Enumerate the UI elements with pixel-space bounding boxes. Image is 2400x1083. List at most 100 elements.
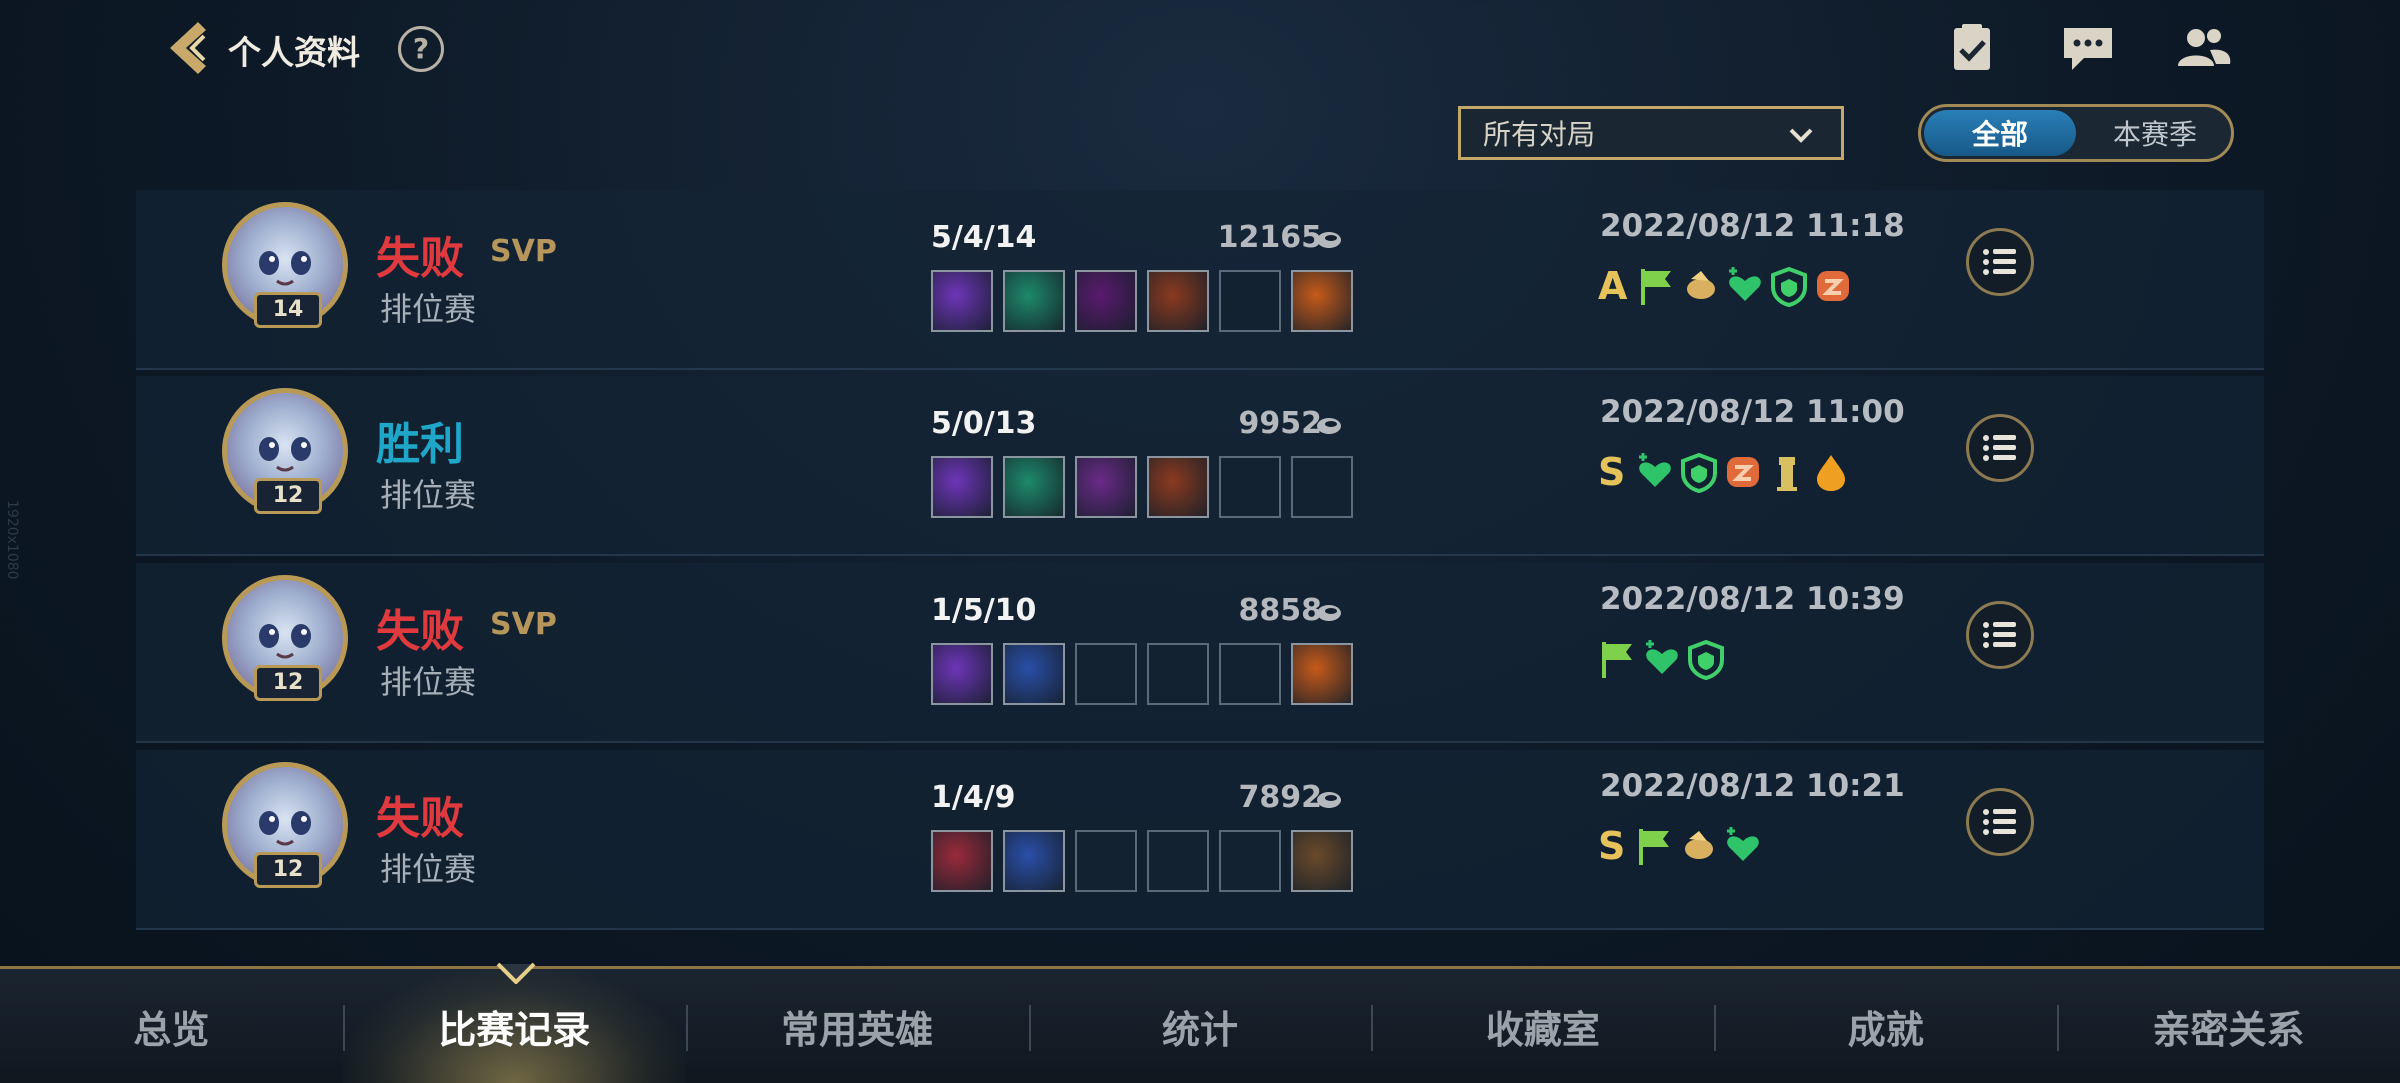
bottom-nav: 总览 比赛记录 常用英雄 统计 收藏室 成就 亲密关系 xyxy=(0,966,2400,1083)
active-tab-marker-icon xyxy=(496,962,536,984)
game-mode: 排位赛 xyxy=(380,663,477,701)
tab-all[interactable]: 全部 xyxy=(1924,110,2076,156)
champion-level: 12 xyxy=(254,665,322,701)
empty-item-slot xyxy=(1219,456,1281,518)
kda: 5/0/13 xyxy=(931,406,1037,441)
match-row[interactable]: 12 胜利 排位赛 5/0/13 9952 2022/08/12 11:00 S xyxy=(136,376,2264,556)
item-slot-icon[interactable] xyxy=(1075,456,1137,518)
item-slot-icon[interactable] xyxy=(931,643,993,705)
match-result: 失败 xyxy=(376,793,464,844)
nav-divider xyxy=(2057,1005,2060,1051)
nav-tab[interactable]: 总览 xyxy=(0,969,343,1083)
bird-badge-icon xyxy=(1687,271,1716,299)
item-slot-icon[interactable] xyxy=(1003,456,1065,518)
empty-item-slot xyxy=(1147,830,1209,892)
drop-badge-icon xyxy=(1817,455,1846,491)
empty-item-slot xyxy=(1075,643,1137,705)
achievement-badges xyxy=(1598,637,1726,681)
match-detail-button[interactable] xyxy=(1966,414,2034,482)
flag-badge-icon xyxy=(1602,642,1632,678)
svp-badge: SVP xyxy=(490,234,557,269)
gold-amount: 8858 xyxy=(1238,593,1323,628)
empty-item-slot xyxy=(1219,830,1281,892)
item-slot-icon[interactable] xyxy=(1291,643,1353,705)
list-icon xyxy=(1983,435,2016,461)
champion-level: 14 xyxy=(254,292,322,328)
match-filter-value: 所有对局 xyxy=(1483,118,1596,151)
empty-item-slot xyxy=(1075,830,1137,892)
match-grade: S xyxy=(1598,824,1626,868)
tower-badge-icon xyxy=(1777,457,1798,491)
nav-tab[interactable]: 亲密关系 xyxy=(2057,969,2400,1083)
gold-amount: 12165 xyxy=(1217,220,1322,255)
empty-item-slot xyxy=(1219,270,1281,332)
flag-badge-icon xyxy=(1639,829,1670,865)
kda: 1/4/9 xyxy=(931,780,1016,815)
help-button[interactable]: ? xyxy=(398,26,444,72)
item-slot-icon[interactable] xyxy=(931,270,993,332)
item-slot-icon[interactable] xyxy=(1003,643,1065,705)
back-arrow-icon[interactable] xyxy=(158,18,218,78)
match-detail-button[interactable] xyxy=(1966,228,2034,296)
item-slot-icon[interactable] xyxy=(1291,270,1353,332)
match-detail-button[interactable] xyxy=(1966,601,2034,669)
bird-badge-icon xyxy=(1685,831,1714,859)
heart-badge-icon xyxy=(1646,640,1678,674)
watermark: 1920x1080 xyxy=(4,500,20,580)
shield-badge-icon xyxy=(1771,266,1808,307)
match-time: 2022/08/12 10:39 xyxy=(1600,581,1905,617)
match-filter-dropdown[interactable]: 所有对局 xyxy=(1458,106,1844,160)
flag-badge-icon xyxy=(1641,269,1672,305)
chevron-down-icon xyxy=(1789,128,1813,143)
nav-tab[interactable]: 常用英雄 xyxy=(686,969,1029,1083)
gold-coin-icon xyxy=(1317,418,1341,434)
nav-tab[interactable]: 成就 xyxy=(1714,969,2057,1083)
kda: 5/4/14 xyxy=(931,220,1037,255)
empty-item-slot xyxy=(1219,643,1281,705)
champion-portrait-icon xyxy=(259,624,311,659)
gold-coin-icon xyxy=(1317,605,1341,621)
nav-tab[interactable]: 收藏室 xyxy=(1371,969,1714,1083)
match-row[interactable]: 12 失败 排位赛 1/4/9 7892 2022/08/12 10:21 S xyxy=(136,750,2264,930)
gold-coin-icon xyxy=(1317,792,1341,808)
item-slot-icon[interactable] xyxy=(1003,270,1065,332)
item-slot-icon[interactable] xyxy=(931,456,993,518)
item-slot-icon[interactable] xyxy=(1291,830,1353,892)
kda: 1/5/10 xyxy=(931,593,1037,628)
item-slot-icon[interactable] xyxy=(1003,830,1065,892)
item-slot-icon[interactable] xyxy=(1147,270,1209,332)
svp-badge: SVP xyxy=(490,607,557,642)
match-time: 2022/08/12 10:21 xyxy=(1600,768,1905,804)
match-row[interactable]: 14 失败 SVP 排位赛 5/4/14 12165 2022/08/12 11:1… xyxy=(136,190,2264,370)
match-result: 失败 xyxy=(376,233,464,284)
nav-tab[interactable]: 统计 xyxy=(1029,969,1372,1083)
match-row[interactable]: 12 失败 SVP 排位赛 1/5/10 8858 2022/08/12 10:39 xyxy=(136,563,2264,743)
task-clipboard-icon[interactable] xyxy=(1944,22,2000,74)
match-result: 胜利 xyxy=(376,419,464,470)
nav-divider xyxy=(1714,1005,1717,1051)
champion-level: 12 xyxy=(254,478,322,514)
item-slot-icon[interactable] xyxy=(931,830,993,892)
page-title: 个人资料 xyxy=(228,33,360,72)
heart-badge-icon xyxy=(1639,453,1672,487)
champion-level: 12 xyxy=(254,852,322,888)
heart-badge-icon xyxy=(1727,827,1760,861)
gold-amount: 9952 xyxy=(1238,406,1323,441)
tab-this-season[interactable]: 本赛季 xyxy=(2079,107,2231,159)
friends-icon[interactable] xyxy=(2176,22,2232,74)
chat-icon[interactable] xyxy=(2060,22,2116,74)
achievement-badges: S xyxy=(1598,450,1851,494)
list-icon xyxy=(1983,622,2016,648)
item-slot-icon[interactable] xyxy=(1075,270,1137,332)
gold-coin-icon xyxy=(1317,232,1341,248)
nav-divider xyxy=(685,1005,688,1051)
match-result: 失败 xyxy=(376,606,464,657)
match-detail-button[interactable] xyxy=(1966,788,2034,856)
nav-tab[interactable]: 比赛记录 xyxy=(342,969,686,1083)
shield-badge-icon xyxy=(1688,639,1724,680)
item-slot-icon[interactable] xyxy=(1147,456,1209,518)
list-icon xyxy=(1983,809,2016,835)
season-toggle[interactable]: 全部 本赛季 xyxy=(1918,104,2234,162)
swirl-badge-icon xyxy=(1817,271,1850,301)
nav-divider xyxy=(1028,1005,1031,1051)
